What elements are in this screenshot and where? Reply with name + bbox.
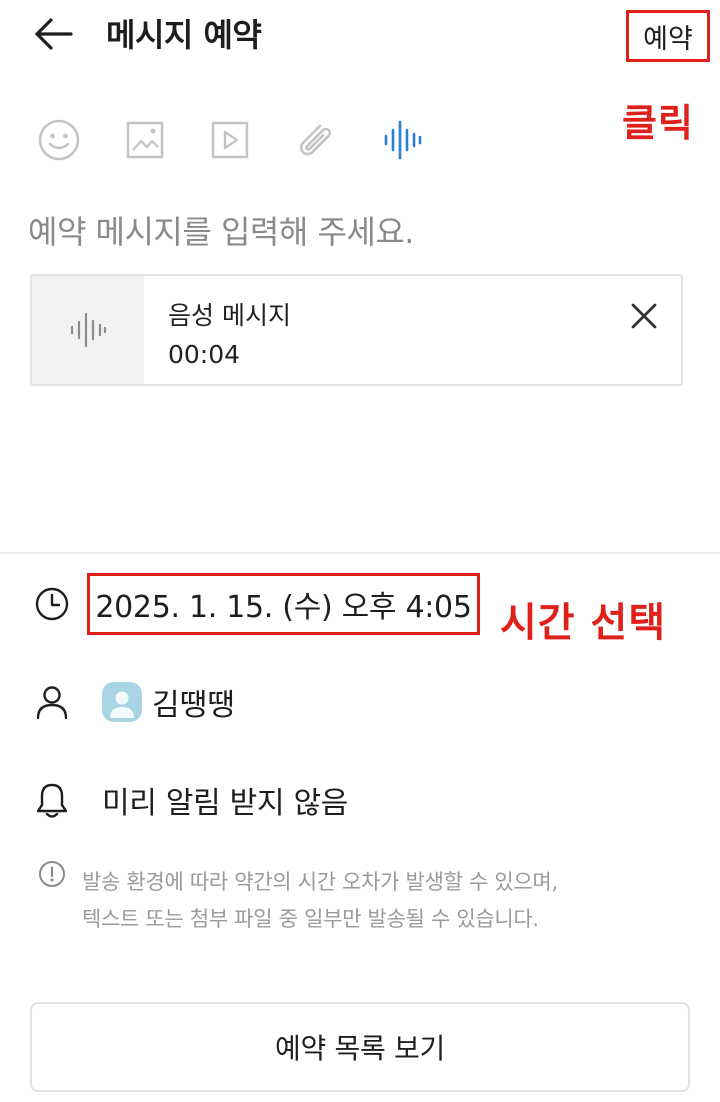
back-button[interactable] — [30, 14, 76, 54]
message-input[interactable] — [28, 208, 668, 256]
voice-wave-icon — [384, 120, 422, 160]
video-icon — [211, 121, 249, 159]
voice-thumbnail — [32, 276, 144, 384]
recipient-name[interactable]: 김땡땡 — [152, 680, 235, 724]
notice-text-line-2: 텍스트 또는 첨부 파일 중 일부만 발송될 수 있습니다. — [82, 907, 539, 931]
clock-icon — [32, 584, 72, 624]
bell-icon — [32, 780, 72, 820]
emoji-button[interactable] — [35, 116, 83, 164]
voice-attachment-duration: 00:04 — [168, 340, 241, 369]
schedule-datetime-button[interactable]: 2025. 1. 15. (수) 오후 4:05 — [87, 573, 480, 635]
default-profile-icon — [110, 691, 134, 718]
view-reservation-list-button[interactable]: 예약 목록 보기 — [30, 1002, 690, 1092]
video-button[interactable] — [206, 116, 254, 164]
voice-button[interactable] — [378, 116, 426, 164]
voice-attachment-title: 음성 메시지 — [168, 301, 291, 330]
image-icon — [126, 121, 164, 159]
annotation-time-select-label: 시간 선택 — [500, 600, 667, 646]
page-title: 메시지 예약 — [106, 16, 262, 54]
remove-attachment-button[interactable] — [624, 296, 664, 336]
pre-alarm-setting[interactable]: 미리 알림 받지 않음 — [102, 778, 348, 822]
annotation-click-label: 클릭 — [622, 101, 694, 145]
reserve-button[interactable]: 예약 — [626, 10, 710, 62]
voice-wave-icon — [70, 312, 107, 348]
attachment-clip-icon — [299, 124, 332, 156]
attachment-button[interactable] — [291, 116, 339, 164]
voice-attachment-card: 음성 메시지 00:04 — [30, 274, 683, 386]
avatar — [102, 682, 142, 722]
close-icon — [631, 303, 657, 329]
info-exclamation-icon — [38, 860, 66, 888]
person-icon — [32, 682, 72, 722]
section-divider — [0, 552, 720, 554]
emoji-icon — [38, 119, 80, 161]
image-button[interactable] — [121, 116, 169, 164]
notice-text-line-1: 발송 환경에 따라 약간의 시간 오차가 발생할 수 있으며, — [82, 870, 558, 894]
arrow-left-icon — [35, 18, 73, 50]
